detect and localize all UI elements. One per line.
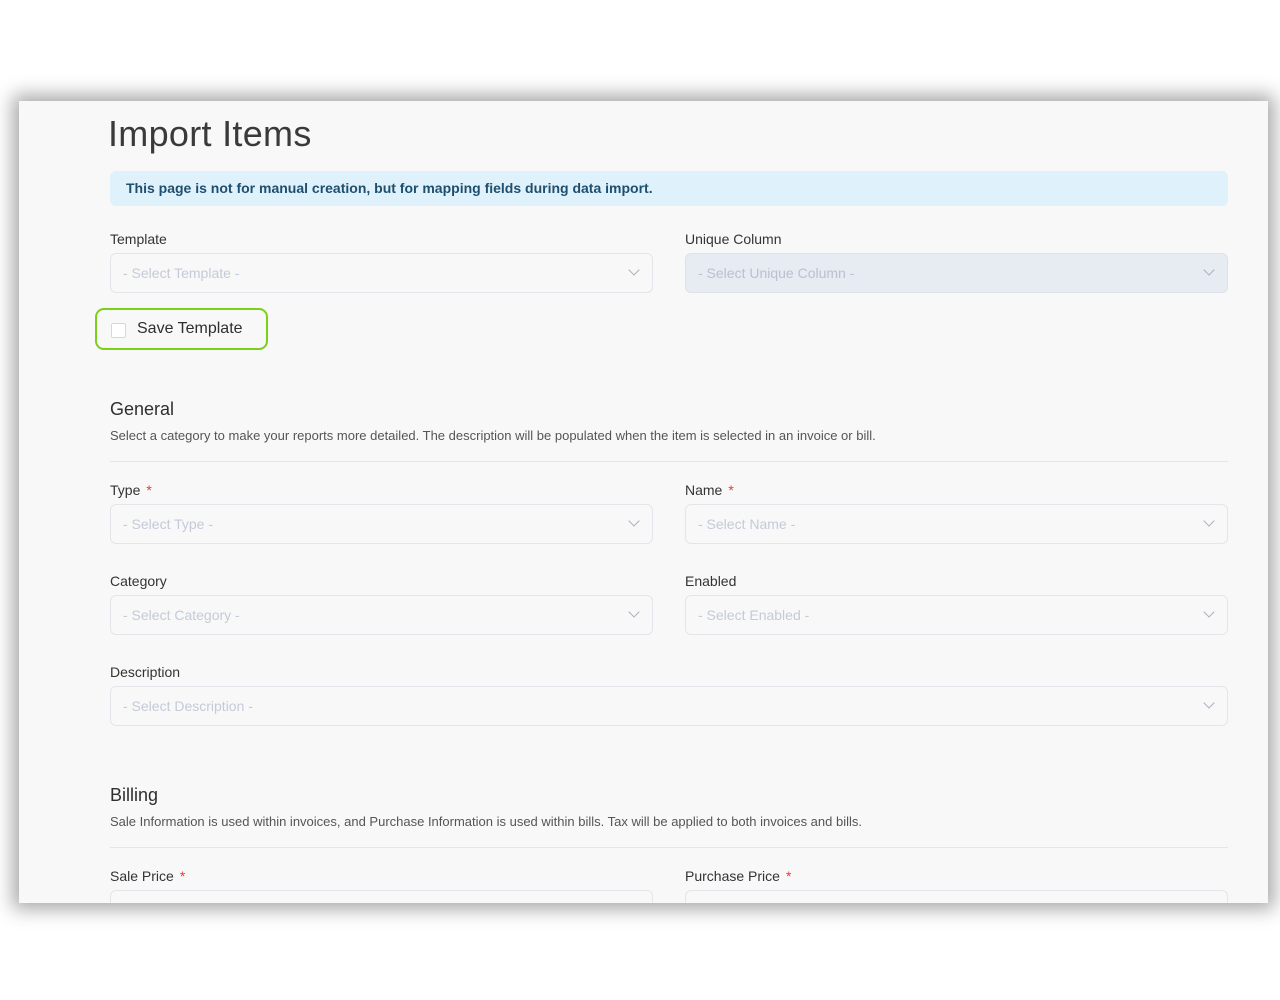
general-divider xyxy=(110,461,1228,462)
save-template-checkbox-group[interactable]: Save Template xyxy=(95,308,268,350)
billing-divider xyxy=(110,847,1228,848)
template-label: Template xyxy=(110,231,167,247)
sale-price-input[interactable] xyxy=(110,890,653,903)
unique-column-select[interactable]: - Select Unique Column - xyxy=(685,253,1228,293)
description-select-placeholder: - Select Description - xyxy=(123,698,253,714)
required-marker: * xyxy=(728,482,734,498)
description-label: Description xyxy=(110,664,181,680)
type-select[interactable]: - Select Type - xyxy=(110,504,653,544)
chevron-down-icon xyxy=(1203,515,1215,527)
sale-price-label: Sale Price * xyxy=(110,868,185,884)
chevron-down-icon xyxy=(628,264,640,276)
sale-price-label-text: Sale Price xyxy=(110,868,174,884)
general-section-description: Select a category to make your reports m… xyxy=(110,428,876,443)
unique-column-select-placeholder: - Select Unique Column - xyxy=(698,265,855,281)
billing-section-description: Sale Information is used within invoices… xyxy=(110,814,862,829)
general-section-title: General xyxy=(110,399,175,419)
name-label: Name * xyxy=(685,482,734,498)
purchase-price-input[interactable] xyxy=(685,890,1228,903)
category-select-placeholder: - Select Category - xyxy=(123,607,240,623)
name-select[interactable]: - Select Name - xyxy=(685,504,1228,544)
type-label-text: Type xyxy=(110,482,141,498)
type-label: Type * xyxy=(110,482,152,498)
save-template-label[interactable]: Save Template xyxy=(137,320,243,338)
required-marker: * xyxy=(785,868,792,884)
enabled-select-placeholder: - Select Enabled - xyxy=(698,607,810,623)
template-select[interactable]: - Select Template - xyxy=(110,253,653,293)
chevron-down-icon xyxy=(1203,264,1215,276)
type-select-placeholder: - Select Type - xyxy=(123,516,214,532)
save-template-checkbox[interactable] xyxy=(111,323,126,338)
billing-section-title: Billing xyxy=(110,785,159,805)
enabled-label: Enabled xyxy=(685,573,737,589)
required-marker: * xyxy=(146,482,152,498)
name-select-placeholder: - Select Name - xyxy=(698,516,796,532)
chevron-down-icon xyxy=(1203,697,1215,709)
page-title: Import Items xyxy=(108,113,312,154)
purchase-price-label-text: Purchase Price xyxy=(685,868,780,884)
category-label: Category xyxy=(110,573,167,589)
template-select-placeholder: - Select Template - xyxy=(123,265,240,281)
chevron-down-icon xyxy=(628,606,640,618)
purchase-price-label: Purchase Price * xyxy=(685,868,791,884)
app-window: Import Items This page is not for manual… xyxy=(19,101,1268,903)
required-marker: * xyxy=(179,868,186,884)
category-select[interactable]: - Select Category - xyxy=(110,595,653,635)
description-select[interactable]: - Select Description - xyxy=(110,686,1228,726)
chevron-down-icon xyxy=(1203,606,1215,618)
chevron-down-icon xyxy=(628,515,640,527)
enabled-select[interactable]: - Select Enabled - xyxy=(685,595,1228,635)
unique-column-label: Unique Column xyxy=(685,231,782,247)
info-notice: This page is not for manual creation, bu… xyxy=(110,171,1228,206)
name-label-text: Name xyxy=(685,482,723,498)
